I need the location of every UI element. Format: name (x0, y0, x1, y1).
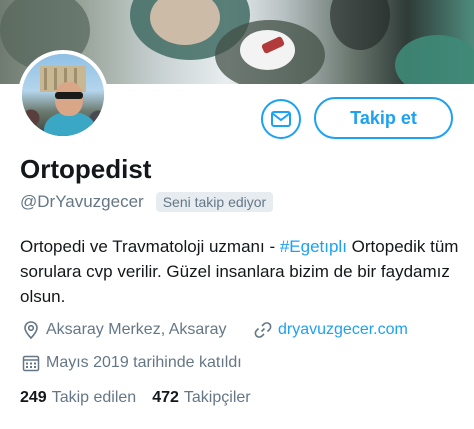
follow-button[interactable]: Takip et (314, 97, 453, 139)
location-text: Aksaray Merkez, Aksaray (46, 321, 227, 338)
bio-text: Ortopedi ve Travmatoloji uzmanı - (20, 237, 280, 256)
location-row: Aksaray Merkez, Aksaray (20, 319, 227, 341)
profile-bio: Ortopedi ve Travmatoloji uzmanı - #Egetı… (20, 234, 460, 309)
profile-handle: @DrYavuzgecer (20, 192, 144, 211)
location-pin-icon (20, 319, 42, 341)
following-stat[interactable]: 249 Takip edilen (20, 389, 136, 407)
avatar[interactable] (18, 50, 108, 140)
following-label: Takip edilen (51, 389, 137, 406)
calendar-icon (20, 352, 42, 374)
message-button[interactable] (261, 99, 301, 139)
bio-hashtag-link[interactable]: #Egetıplı (280, 237, 347, 256)
followers-stat[interactable]: 472 Takipçiler (152, 389, 250, 407)
profile-name: Ortopedist (20, 154, 152, 184)
envelope-icon (271, 111, 291, 127)
website-row[interactable]: dryavuzgecer.com (252, 319, 408, 341)
follows-you-badge: Seni takip ediyor (155, 192, 274, 212)
link-icon (252, 319, 274, 341)
followers-count: 472 (152, 389, 179, 406)
website-link[interactable]: dryavuzgecer.com (278, 321, 408, 339)
joined-row: Mayıs 2019 tarihinde katıldı (20, 352, 242, 374)
followers-label: Takipçiler (183, 389, 251, 406)
profile-stats: 249 Takip edilen 472 Takipçiler (20, 389, 267, 407)
handle-row: @DrYavuzgecer Seni takip ediyor (20, 192, 274, 212)
joined-text: Mayıs 2019 tarihinde katıldı (46, 354, 242, 371)
following-count: 249 (20, 389, 47, 406)
